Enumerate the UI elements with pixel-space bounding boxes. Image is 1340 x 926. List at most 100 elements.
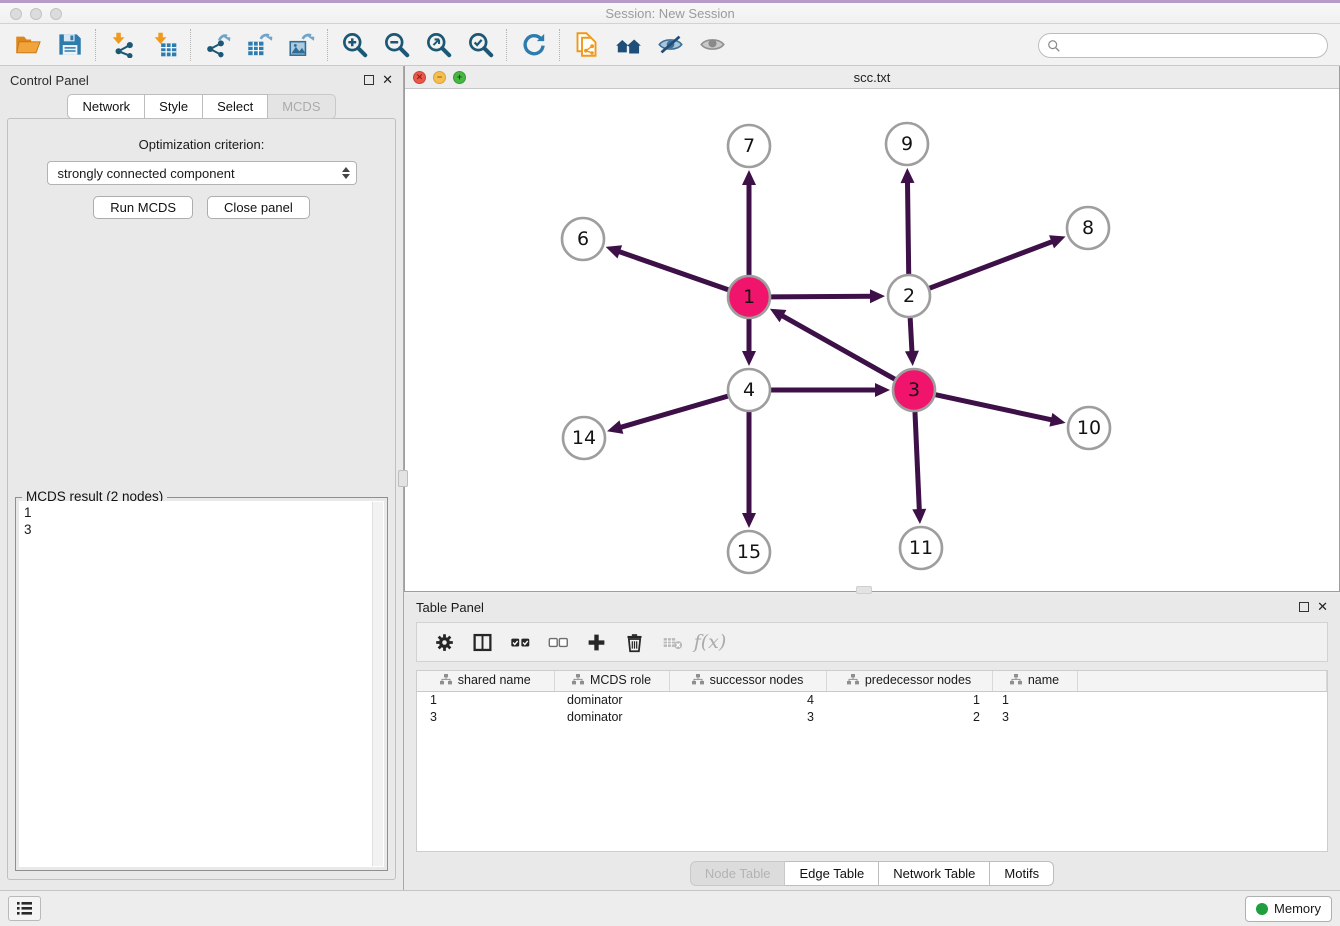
save-session-button[interactable] bbox=[48, 27, 90, 63]
edge-1-2[interactable] bbox=[771, 296, 873, 297]
minimize-window-icon[interactable] bbox=[30, 8, 42, 20]
edge-2-8[interactable] bbox=[930, 241, 1055, 288]
search-input[interactable] bbox=[1066, 38, 1327, 53]
tab-motifs[interactable]: Motifs bbox=[990, 861, 1054, 886]
cell-successor-nodes[interactable]: 3 bbox=[669, 708, 826, 725]
criterion-select[interactable]: strongly connected component bbox=[47, 161, 357, 185]
close-table-panel-icon[interactable]: ✕ bbox=[1317, 602, 1328, 612]
graph-node-6[interactable]: 6 bbox=[562, 218, 604, 260]
cell-name[interactable]: 1 bbox=[992, 691, 1077, 708]
tab-select[interactable]: Select bbox=[203, 94, 268, 119]
zoom-fit-button[interactable] bbox=[417, 27, 459, 63]
tab-node-table[interactable]: Node Table bbox=[690, 861, 786, 886]
zoom-out-button[interactable] bbox=[375, 27, 417, 63]
mcds-result-text[interactable]: 1 3 bbox=[19, 501, 384, 867]
graph-node-15[interactable]: 15 bbox=[728, 531, 770, 573]
refresh-view-button[interactable] bbox=[512, 27, 554, 63]
cell-shared-name[interactable]: 3 bbox=[417, 708, 554, 725]
cell-MCDS-role[interactable]: dominator bbox=[554, 708, 669, 725]
arrowhead-icon bbox=[875, 383, 890, 397]
deselect-all-button[interactable] bbox=[541, 626, 575, 658]
search-field[interactable] bbox=[1038, 33, 1328, 58]
float-table-panel-icon[interactable] bbox=[1299, 602, 1309, 612]
zoom-selected-button[interactable] bbox=[459, 27, 501, 63]
graph-node-9[interactable]: 9 bbox=[886, 123, 928, 165]
column-header-MCDS-role[interactable]: MCDS role bbox=[554, 671, 669, 691]
tab-network-table[interactable]: Network Table bbox=[879, 861, 990, 886]
cell-predecessor-nodes[interactable]: 1 bbox=[826, 691, 992, 708]
add-row-button[interactable] bbox=[579, 626, 613, 658]
arrowhead-icon bbox=[912, 509, 926, 524]
zoom-window-icon[interactable] bbox=[50, 8, 62, 20]
tab-style[interactable]: Style bbox=[145, 94, 203, 119]
show-graphics-button[interactable] bbox=[691, 27, 733, 63]
tab-edge-table[interactable]: Edge Table bbox=[785, 861, 879, 886]
graph-node-7[interactable]: 7 bbox=[728, 125, 770, 167]
graph-node-3[interactable]: 3 bbox=[893, 369, 935, 411]
home-layout-button[interactable] bbox=[607, 27, 649, 63]
tab-network[interactable]: Network bbox=[67, 94, 145, 119]
delete-column-button[interactable] bbox=[655, 626, 689, 658]
column-header-predecessor-nodes[interactable]: predecessor nodes bbox=[826, 671, 992, 691]
node-table-header-row[interactable]: shared nameMCDS rolesuccessor nodesprede… bbox=[417, 671, 1327, 691]
edge-2-9[interactable] bbox=[907, 180, 908, 274]
delete-rows-button[interactable] bbox=[617, 626, 651, 658]
edge-3-10[interactable] bbox=[935, 395, 1053, 421]
edge-2-3[interactable] bbox=[910, 318, 912, 354]
run-mcds-button[interactable]: Run MCDS bbox=[93, 196, 193, 219]
table-row[interactable]: 1dominator411 bbox=[417, 691, 1327, 708]
graph-node-4[interactable]: 4 bbox=[728, 369, 770, 411]
import-table-button[interactable] bbox=[143, 27, 185, 63]
graph-node-1[interactable]: 1 bbox=[728, 276, 770, 318]
cell-successor-nodes[interactable]: 4 bbox=[669, 691, 826, 708]
app-window-controls[interactable] bbox=[10, 8, 62, 20]
split-columns-button[interactable] bbox=[465, 626, 499, 658]
export-table-button[interactable] bbox=[238, 27, 280, 63]
graph-node-14[interactable]: 14 bbox=[563, 417, 605, 459]
column-header-shared-name[interactable]: shared name bbox=[417, 671, 554, 691]
network-canvas[interactable]: 7 9 6 8 1 2 4 3 14 10 15 11 bbox=[405, 89, 1339, 591]
network-minimize-icon[interactable]: − bbox=[433, 71, 446, 84]
close-panel-icon[interactable]: ✕ bbox=[382, 75, 393, 85]
vertical-splitter-grip[interactable] bbox=[398, 470, 408, 487]
result-scrollbar[interactable] bbox=[372, 502, 383, 866]
import-network-button[interactable] bbox=[101, 27, 143, 63]
float-panel-icon[interactable] bbox=[364, 75, 374, 85]
cell-predecessor-nodes[interactable]: 2 bbox=[826, 708, 992, 725]
cell-MCDS-role[interactable]: dominator bbox=[554, 691, 669, 708]
horizontal-splitter-grip[interactable] bbox=[856, 586, 872, 594]
duplicate-network-button[interactable] bbox=[565, 27, 607, 63]
graph-node-2[interactable]: 2 bbox=[888, 275, 930, 317]
close-panel-button[interactable]: Close panel bbox=[207, 196, 310, 219]
select-all-button[interactable] bbox=[503, 626, 537, 658]
table-settings-button[interactable] bbox=[427, 626, 461, 658]
svg-text:1: 1 bbox=[743, 286, 755, 308]
table-panel-tabs: Node TableEdge TableNetwork TableMotifs bbox=[404, 861, 1340, 886]
apply-function-button[interactable]: f(x) bbox=[693, 626, 727, 658]
open-session-button[interactable] bbox=[6, 27, 48, 63]
graph-node-10[interactable]: 10 bbox=[1068, 407, 1110, 449]
edge-3-1[interactable] bbox=[780, 315, 894, 380]
export-network-button[interactable] bbox=[196, 27, 238, 63]
graph-node-8[interactable]: 8 bbox=[1067, 207, 1109, 249]
column-header-name[interactable]: name bbox=[992, 671, 1077, 691]
cell-name[interactable]: 3 bbox=[992, 708, 1077, 725]
edge-3-11[interactable] bbox=[915, 412, 919, 512]
memory-button[interactable]: Memory bbox=[1245, 896, 1332, 922]
toolbar-separator bbox=[327, 29, 328, 61]
close-window-icon[interactable] bbox=[10, 8, 22, 20]
hide-graphics-button[interactable] bbox=[649, 27, 691, 63]
cell-shared-name[interactable]: 1 bbox=[417, 691, 554, 708]
export-image-button[interactable] bbox=[280, 27, 322, 63]
table-row[interactable]: 3dominator323 bbox=[417, 708, 1327, 725]
tab-mcds[interactable]: MCDS bbox=[268, 94, 335, 119]
task-history-button[interactable] bbox=[8, 896, 41, 921]
zoom-in-button[interactable] bbox=[333, 27, 375, 63]
network-close-icon[interactable]: ✕ bbox=[413, 71, 426, 84]
export-network-icon bbox=[204, 31, 231, 58]
column-header-successor-nodes[interactable]: successor nodes bbox=[669, 671, 826, 691]
network-maximize-icon[interactable]: + bbox=[453, 71, 466, 84]
graph-node-11[interactable]: 11 bbox=[900, 527, 942, 569]
edge-1-6[interactable] bbox=[617, 251, 728, 290]
edge-4-14[interactable] bbox=[619, 396, 728, 428]
